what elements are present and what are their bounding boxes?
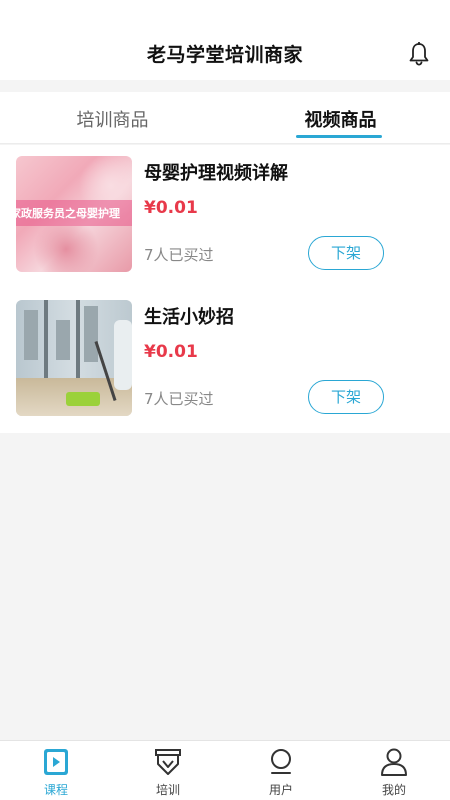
product-title: 生活小妙招 bbox=[144, 307, 234, 328]
tabbar-item-courses[interactable]: 课程 bbox=[0, 741, 112, 800]
tabbar-item-users[interactable]: 用户 bbox=[225, 741, 337, 800]
product-price: ¥0.01 bbox=[144, 342, 198, 362]
thumbnail-person bbox=[114, 320, 132, 390]
thumbnail-window-frame bbox=[44, 300, 48, 380]
thumbnail-building bbox=[24, 310, 38, 360]
tabbar-item-mine[interactable]: 我的 bbox=[338, 741, 450, 800]
header-bar: 老马学堂培训商家 bbox=[0, 0, 450, 80]
take-offline-button[interactable]: 下架 bbox=[308, 380, 384, 414]
tab-video-products[interactable]: 视频商品 bbox=[288, 106, 393, 132]
page-title: 老马学堂培训商家 bbox=[146, 44, 303, 66]
training-badge-icon bbox=[155, 749, 181, 775]
profile-person-icon bbox=[381, 748, 407, 776]
product-thumbnail bbox=[16, 300, 132, 416]
product-list: 家政服务员之母婴护理 母婴护理视频详解 ¥0.01 7人已买过 下架 生活小妙招… bbox=[0, 145, 450, 433]
bottom-tab-bar: 课程 培训 用户 我的 bbox=[0, 740, 450, 800]
purchase-count: 7人已买过 bbox=[144, 246, 214, 264]
course-play-icon bbox=[44, 749, 68, 775]
thumbnail-building bbox=[56, 320, 70, 360]
product-item[interactable]: 生活小妙招 ¥0.01 7人已买过 下架 bbox=[0, 289, 450, 433]
tabbar-label: 用户 bbox=[268, 783, 293, 797]
thumbnail-caption: 家政服务员之母婴护理 bbox=[16, 207, 120, 220]
bell-icon[interactable] bbox=[408, 42, 430, 66]
purchase-count: 7人已买过 bbox=[144, 390, 214, 408]
tabbar-item-training[interactable]: 培训 bbox=[112, 741, 224, 800]
thumbnail-shade bbox=[26, 226, 106, 272]
product-tabs: 培训商品 视频商品 bbox=[0, 92, 450, 144]
product-thumbnail: 家政服务员之母婴护理 bbox=[16, 156, 132, 272]
take-offline-button[interactable]: 下架 bbox=[308, 236, 384, 270]
product-item[interactable]: 家政服务员之母婴护理 母婴护理视频详解 ¥0.01 7人已买过 下架 bbox=[0, 145, 450, 289]
thumbnail-window-frame bbox=[76, 300, 80, 380]
tabbar-label: 课程 bbox=[43, 783, 68, 797]
thumbnail-building bbox=[84, 306, 98, 362]
tabbar-label: 培训 bbox=[155, 783, 180, 797]
product-price: ¥0.01 bbox=[144, 198, 198, 218]
thumbnail-mop-bucket bbox=[66, 392, 100, 406]
user-circle-icon bbox=[271, 749, 291, 774]
tab-training-products[interactable]: 培训商品 bbox=[60, 106, 165, 132]
tabbar-label: 我的 bbox=[381, 783, 406, 797]
header-divider bbox=[0, 80, 450, 92]
product-title: 母婴护理视频详解 bbox=[144, 163, 288, 184]
active-tab-indicator bbox=[296, 135, 382, 138]
